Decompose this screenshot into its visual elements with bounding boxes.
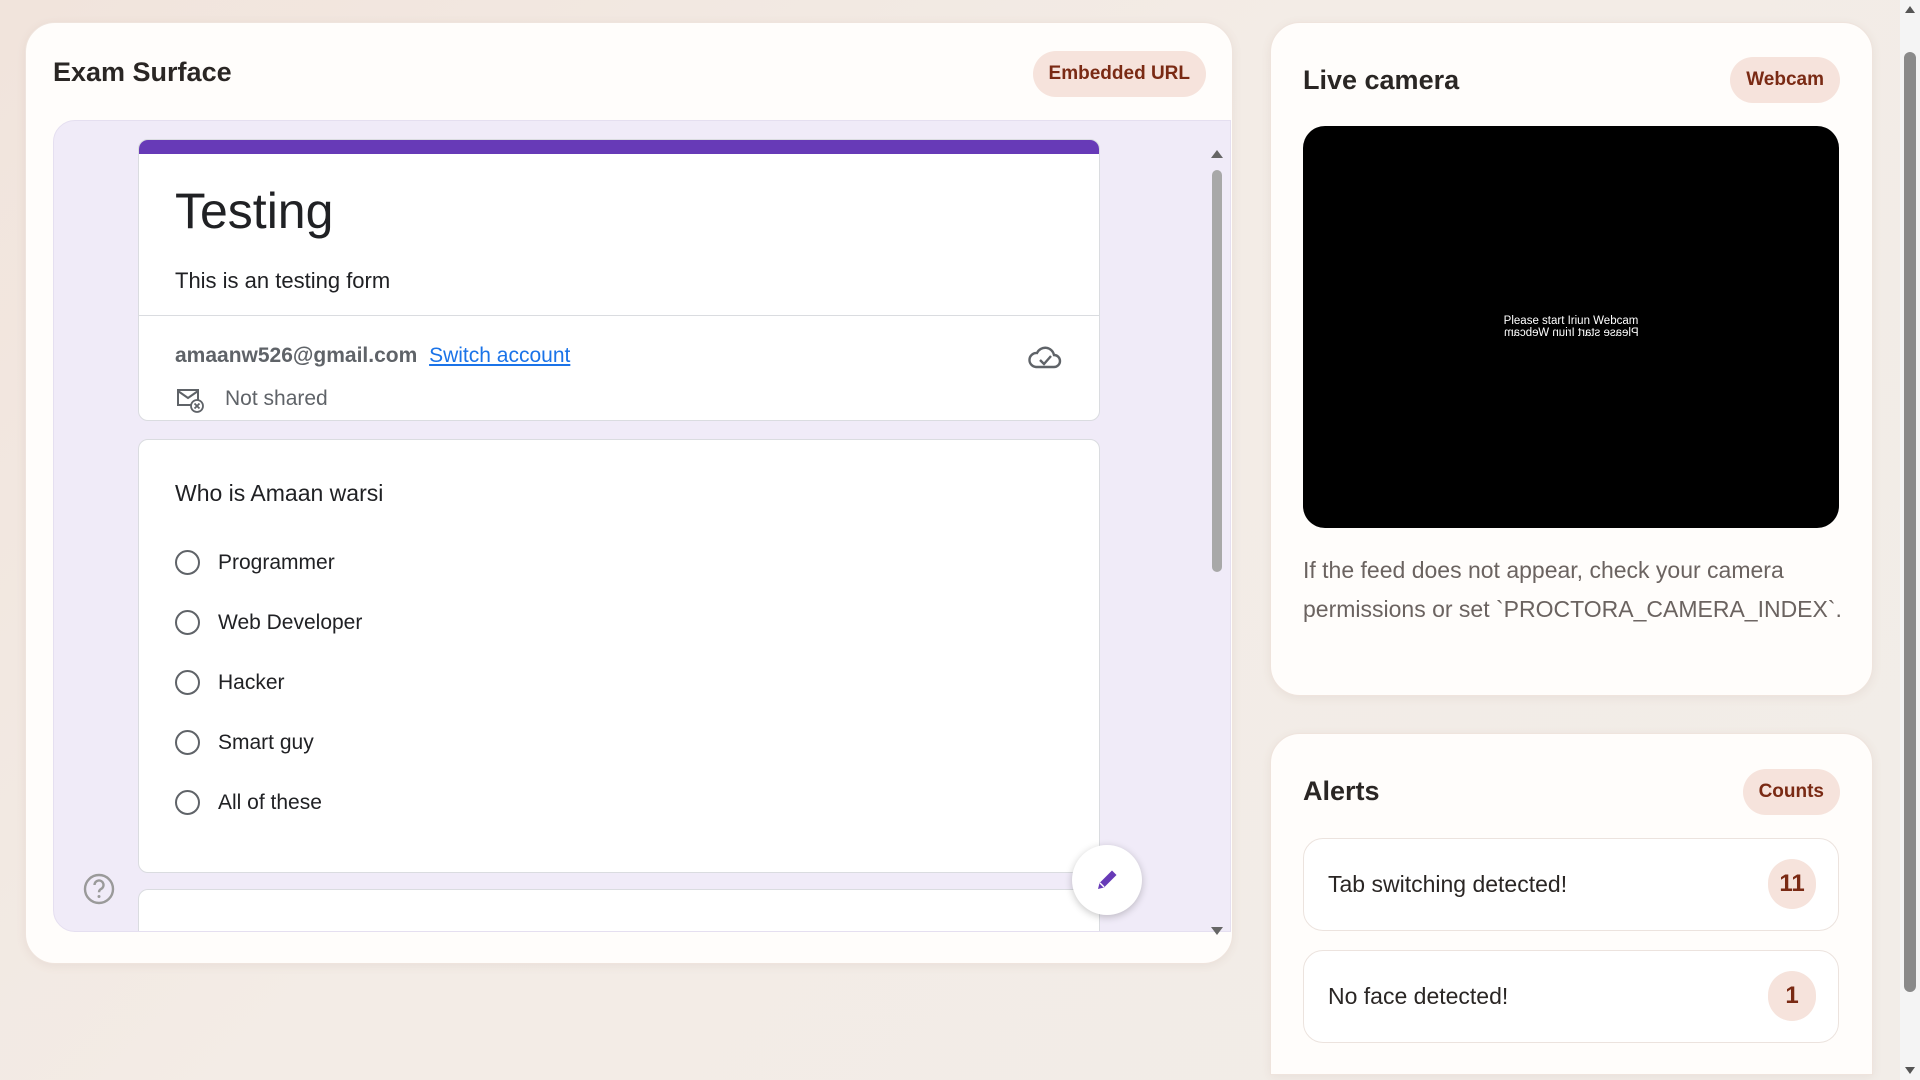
edit-button[interactable] bbox=[1072, 845, 1142, 915]
scroll-down-arrow-icon[interactable] bbox=[1905, 1067, 1915, 1074]
camera-feed: Please start Iriun Webcam Please start I… bbox=[1303, 126, 1839, 528]
cloud-saved-icon bbox=[1028, 346, 1062, 369]
page-scroll-thumb[interactable] bbox=[1904, 52, 1916, 992]
switch-account-link[interactable]: Switch account bbox=[429, 344, 570, 367]
scroll-up-arrow-icon[interactable] bbox=[1905, 6, 1915, 13]
camera-help-note: If the feed does not appear, check your … bbox=[1303, 557, 1842, 622]
divider bbox=[139, 315, 1099, 316]
exam-surface-title: Exam Surface bbox=[53, 57, 232, 87]
feed-message-mirrored: Please start Iriun Webcam bbox=[1503, 327, 1639, 339]
form-accent-bar bbox=[139, 140, 1099, 154]
live-camera-title: Live camera bbox=[1303, 65, 1460, 95]
live-camera-card: Live camera Webcam Please start Iriun We… bbox=[1270, 22, 1873, 696]
alert-count-badge: 11 bbox=[1768, 859, 1816, 909]
pencil-icon bbox=[1098, 870, 1117, 889]
scroll-down-arrow-icon[interactable] bbox=[1211, 927, 1223, 935]
alert-label: No face detected! bbox=[1328, 983, 1509, 1009]
feed-message: Please start Iriun Webcam bbox=[1503, 315, 1639, 327]
form-header-card: Testing This is an testing form amaanw52… bbox=[138, 139, 1100, 421]
question-text: Who is Amaan warsi bbox=[175, 480, 384, 506]
option-label: Web Developer bbox=[218, 610, 363, 634]
radio-button[interactable] bbox=[175, 610, 200, 635]
option-label: Hacker bbox=[218, 670, 285, 694]
radio-button[interactable] bbox=[175, 670, 200, 695]
alert-count-badge: 1 bbox=[1768, 971, 1816, 1021]
embedded-form-frame[interactable]: Testing This is an testing form amaanw52… bbox=[53, 120, 1231, 932]
option-all-of-these[interactable]: All of these bbox=[175, 790, 322, 815]
option-label: Smart guy bbox=[218, 730, 314, 754]
webcam-badge: Webcam bbox=[1730, 57, 1840, 103]
option-label: All of these bbox=[218, 790, 322, 814]
not-shared-row: Not shared bbox=[175, 384, 328, 414]
not-shared-label: Not shared bbox=[225, 387, 328, 410]
radio-button[interactable] bbox=[175, 550, 200, 575]
alerts-title: Alerts bbox=[1303, 776, 1380, 806]
option-hacker[interactable]: Hacker bbox=[175, 670, 285, 695]
form-title: Testing bbox=[175, 183, 334, 239]
account-email: amaanw526@gmail.com bbox=[175, 344, 418, 367]
question-card: Who is Amaan warsi Programmer Web Develo… bbox=[138, 439, 1100, 873]
radio-button[interactable] bbox=[175, 790, 200, 815]
counts-badge: Counts bbox=[1742, 769, 1840, 815]
form-description: This is an testing form bbox=[175, 268, 391, 293]
scroll-thumb[interactable] bbox=[1212, 170, 1222, 572]
radio-button[interactable] bbox=[175, 730, 200, 755]
alert-label: Tab switching detected! bbox=[1328, 871, 1568, 897]
embedded-url-badge: Embedded URL bbox=[1032, 51, 1206, 97]
option-label: Programmer bbox=[218, 550, 335, 574]
option-programmer[interactable]: Programmer bbox=[175, 550, 335, 575]
option-web-developer[interactable]: Web Developer bbox=[175, 610, 362, 635]
exam-surface-card: Exam Surface Embedded URL Testing This i… bbox=[25, 22, 1233, 964]
scroll-up-arrow-icon[interactable] bbox=[1211, 150, 1223, 158]
frame-scrollbar[interactable] bbox=[1209, 146, 1225, 939]
account-line: amaanw526@gmail.com Switch account bbox=[175, 344, 570, 368]
page-scrollbar[interactable] bbox=[1900, 0, 1920, 1080]
alert-no-face: No face detected! 1 bbox=[1303, 950, 1839, 1043]
option-smart-guy[interactable]: Smart guy bbox=[175, 730, 314, 755]
next-question-card bbox=[138, 889, 1100, 931]
alert-tab-switching: Tab switching detected! 11 bbox=[1303, 838, 1839, 931]
mail-off-icon bbox=[177, 389, 204, 413]
alerts-card: Alerts Counts Tab switching detected! 11… bbox=[1270, 733, 1873, 1075]
help-icon[interactable] bbox=[82, 872, 116, 906]
